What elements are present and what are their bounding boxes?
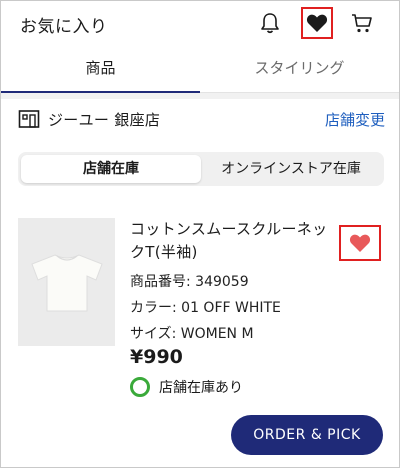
change-store-link[interactable]: 店舗変更 [325, 109, 385, 130]
store-name: ジーユー 銀座店 [48, 111, 161, 129]
product-image[interactable] [18, 218, 115, 346]
product-number: 商品番号: 349059 [130, 274, 249, 290]
segment-store-stock[interactable]: 店舗在庫 [21, 155, 201, 183]
tab-bar: 商品 スタイリング [1, 45, 399, 93]
stock-status: 店舗在庫あり [130, 376, 243, 398]
product-name[interactable]: コットンスムースクルーネックT(半袖) [130, 218, 340, 264]
product-color: カラー: 01 OFF WHITE [130, 300, 281, 316]
in-stock-circle-icon [130, 377, 150, 397]
favorite-button[interactable] [339, 225, 381, 261]
tab-products[interactable]: 商品 [1, 45, 200, 93]
favorites-heart-icon[interactable] [301, 7, 333, 39]
tab-styling[interactable]: スタイリング [200, 45, 399, 92]
cart-icon[interactable] [348, 9, 376, 37]
product-size: サイズ: WOMEN M [130, 326, 254, 342]
heart-icon [349, 234, 371, 252]
tshirt-icon [30, 254, 103, 312]
product-price: ¥990 [130, 346, 183, 368]
page-title: お気に入り [20, 17, 108, 37]
app-header: お気に入り [1, 1, 399, 45]
order-pick-button[interactable]: ORDER & PICK [231, 415, 383, 455]
stock-segment-control: 店舗在庫 オンラインストア在庫 [18, 152, 384, 186]
segment-online-stock[interactable]: オンラインストア在庫 [201, 155, 381, 183]
store-icon [18, 108, 40, 130]
app-frame: お気に入り 商品 スタイリング ジーユー 銀座店 店舗変更 店舗在庫 オンライン… [0, 0, 400, 468]
store-row: ジーユー 銀座店 店舗変更 [1, 99, 399, 141]
stock-status-label: 店舗在庫あり [159, 380, 243, 396]
bell-icon[interactable] [256, 9, 284, 37]
